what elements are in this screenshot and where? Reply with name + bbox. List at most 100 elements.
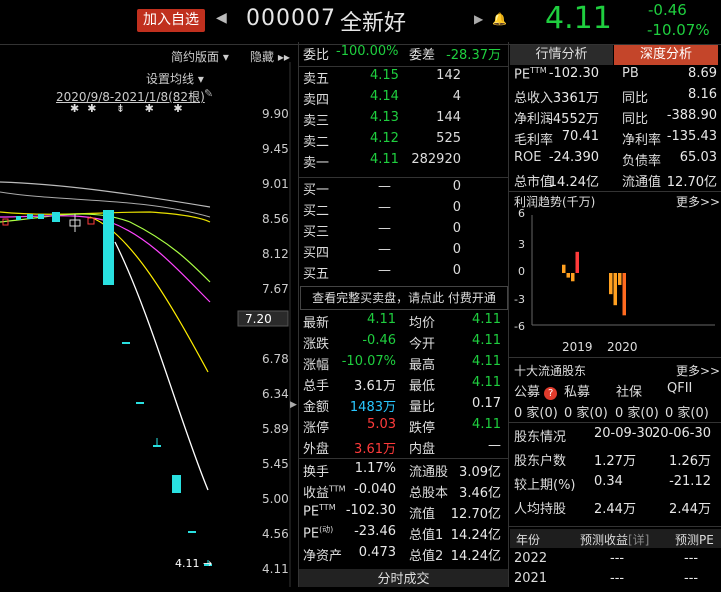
forecast-eps: ---: [610, 551, 625, 566]
axis-tick: 8.56: [262, 212, 289, 226]
bid-price: —: [378, 263, 391, 278]
divider: [299, 177, 508, 178]
order-ratio-value: -100.00%: [336, 44, 399, 59]
kline-chart-panel[interactable]: 简约版面 ▾ 隐藏 ▸▸ 设置均线 ▾ 2020/9/8-2021/1/8(82…: [0, 42, 291, 587]
stat-label-sup: (动): [319, 525, 334, 534]
next-stock-icon[interactable]: ▶: [474, 12, 483, 26]
collapse-arrow-icon[interactable]: ▶: [290, 400, 297, 410]
forecast-detail-link[interactable]: [详]: [628, 531, 649, 548]
alert-bell-icon[interactable]: 🔔: [492, 12, 507, 26]
bid-row[interactable]: 买五 — 0: [303, 263, 503, 284]
fund-value: 65.03: [679, 150, 717, 165]
stat-value: 3.09亿: [459, 465, 501, 480]
fund-value: 70.41: [561, 129, 599, 144]
profit-bar: [609, 273, 613, 295]
holder-type-public-fund[interactable]: 公募 ?: [514, 381, 558, 400]
stat-label: 涨跌: [303, 337, 330, 352]
holders-more-link[interactable]: 更多>>: [676, 362, 720, 379]
stat-label: 最低: [409, 379, 436, 394]
fund-label: 总市值: [514, 175, 554, 190]
ask-row[interactable]: 卖四 4.14 4: [303, 89, 503, 110]
fund-value: -388.90: [666, 108, 717, 123]
profit-bar: [618, 273, 622, 285]
stat-value: 1483万: [349, 400, 396, 415]
axis-tick: 6.34: [262, 387, 289, 401]
full-orderbook-banner[interactable]: 查看完整买卖盘，请点此 付费开通: [300, 286, 508, 310]
profit-bar: [575, 251, 579, 273]
forecast-row: 2022 --- ---: [514, 551, 717, 572]
stock-name: 全新好: [340, 11, 407, 36]
shareholder-row: 股东户数 1.27万 1.26万: [514, 450, 717, 471]
forecast-pe: ---: [684, 551, 699, 566]
banner-text: 查看完整买卖盘，请点此: [312, 291, 445, 305]
bid-price: —: [378, 221, 391, 236]
stat-value: 1.17%: [354, 461, 396, 476]
profit-bar: [571, 273, 575, 282]
ask-volume: 282920: [411, 152, 461, 167]
shareholder-row: 较上期(%) 0.34 -21.12: [514, 474, 717, 495]
fundamental-row: 毛利率 70.41 净利率 -135.43: [514, 129, 717, 150]
bid-volume: 0: [452, 179, 461, 194]
holder-type-private[interactable]: 私募: [564, 381, 590, 400]
tab-deep-analysis[interactable]: 深度分析: [614, 45, 718, 65]
ask-price: 4.12: [370, 131, 399, 146]
holder-type-qfii[interactable]: QFII: [667, 381, 692, 396]
stat-row: 金额 1483万 量比 0.17: [303, 396, 503, 417]
forecast-col-pe: 预测PE: [675, 533, 714, 547]
fund-label-sup: TTM: [530, 66, 547, 75]
holder-count: 0 家(0): [564, 406, 608, 421]
stat-label: PETTM: [303, 503, 336, 520]
ask-row[interactable]: 卖二 4.12 525: [303, 131, 503, 152]
divider: [509, 422, 721, 423]
axis-tick: 5.45: [262, 457, 289, 471]
share-value: 20-09-30: [594, 426, 654, 441]
ask-volume: 144: [436, 110, 461, 125]
stat-value: -0.46: [362, 333, 396, 348]
profit-bar: [622, 273, 626, 316]
ask-row[interactable]: 卖五 4.15 142: [303, 68, 503, 89]
fundamental-row: 总市值 14.24亿 流通值 12.70亿: [514, 171, 717, 192]
fundamental-row: 净利润 -4552万 同比 -388.90: [514, 108, 717, 129]
ask-row[interactable]: 卖一 4.11 282920: [303, 152, 503, 173]
bid-row[interactable]: 买二 — 0: [303, 200, 503, 221]
ask-row[interactable]: 卖三 4.13 144: [303, 110, 503, 131]
holder-type-social[interactable]: 社保: [616, 381, 642, 400]
forecast-header: 年份 预测收益 [详] 预测PE: [510, 529, 721, 548]
stat-row: 总手 3.61万 最低 4.11: [303, 375, 503, 396]
forecast-eps: ---: [610, 571, 625, 586]
order-ratio-row: 委比 -100.00% 委差 -28.37万: [303, 44, 503, 65]
tab-time-trades[interactable]: 分时成交: [299, 569, 508, 587]
bid-row[interactable]: 买四 — 0: [303, 242, 503, 263]
share-value: -21.12: [669, 474, 711, 489]
ask-volume: 4: [452, 89, 461, 104]
fund-label: 负债率: [622, 154, 662, 169]
bid-row[interactable]: 买三 — 0: [303, 221, 503, 242]
ask-label: 卖三: [303, 114, 330, 129]
add-to-watchlist-button[interactable]: 加入自选: [137, 9, 205, 32]
tab-market-analysis[interactable]: 行情分析: [510, 45, 613, 65]
divider: [508, 42, 509, 587]
axis-tick: 9.01: [262, 177, 289, 191]
order-diff-label: 委差: [409, 48, 436, 63]
low-price-marker: 4.11 →: [175, 557, 213, 570]
profit-y-tick: -6: [514, 320, 525, 333]
stat-label: 净资产: [303, 549, 343, 564]
stat-label: 总手: [303, 379, 330, 394]
stat-value: 14.24亿: [450, 549, 501, 564]
valuation-row: PETTM -102.30 流值 12.70亿: [303, 503, 503, 524]
help-icon[interactable]: ?: [544, 387, 558, 400]
forecast-pe: ---: [684, 571, 699, 586]
upgrade-link[interactable]: 付费开通: [448, 291, 496, 305]
divider: [298, 42, 299, 587]
stat-value: 4.11: [472, 417, 501, 432]
stat-value: 4.11: [472, 375, 501, 390]
profit-y-tick: 0: [518, 265, 525, 278]
ask-volume: 142: [436, 68, 461, 83]
stat-value: 5.03: [367, 417, 396, 432]
bid-row[interactable]: 买一 — 0: [303, 179, 503, 200]
fund-label: 净利率: [622, 133, 662, 148]
bid-volume: 0: [452, 221, 461, 236]
prev-stock-icon[interactable]: ◀: [216, 10, 227, 26]
stat-label: 最高: [409, 358, 436, 373]
forecast-year: 2022: [514, 551, 548, 566]
